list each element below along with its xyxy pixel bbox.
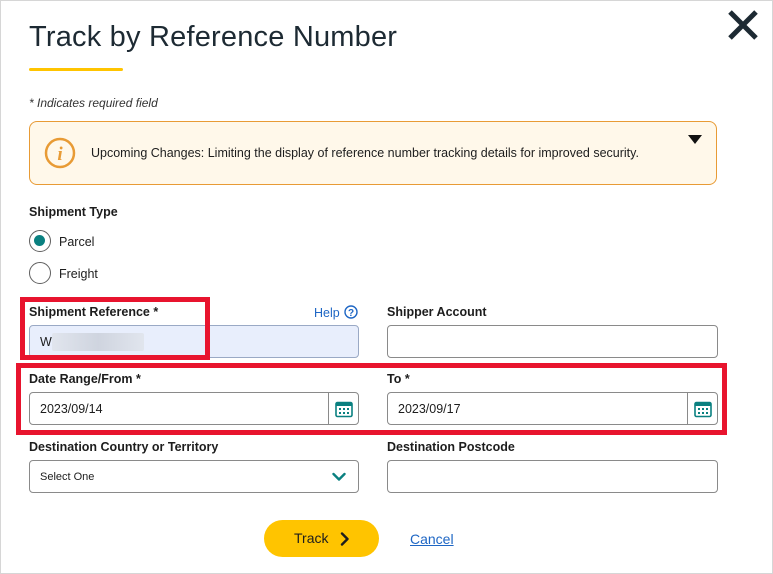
required-field-note: * Indicates required field bbox=[29, 96, 158, 110]
shipment-reference-input[interactable]: W bbox=[29, 325, 359, 358]
caret-down-icon[interactable] bbox=[688, 135, 702, 145]
destination-country-select[interactable]: Select One bbox=[29, 460, 359, 493]
svg-text:i: i bbox=[57, 144, 63, 165]
radio-freight-label[interactable]: Freight bbox=[59, 267, 98, 281]
date-from-value: 2023/09/14 bbox=[40, 402, 103, 416]
shipment-reference-label: Shipment Reference * bbox=[29, 305, 159, 319]
radio-parcel-label[interactable]: Parcel bbox=[59, 235, 94, 249]
dialog-title: Track by Reference Number bbox=[29, 21, 398, 53]
destination-country-selected: Select One bbox=[40, 471, 95, 483]
track-button[interactable]: Track bbox=[264, 520, 379, 557]
destination-country-label: Destination Country or Territory bbox=[29, 440, 219, 454]
destination-postcode-input[interactable] bbox=[387, 460, 718, 493]
redacted-text bbox=[52, 333, 144, 351]
help-link[interactable]: Help ? bbox=[314, 305, 358, 320]
info-icon: i bbox=[44, 137, 76, 169]
title-underline bbox=[29, 68, 123, 71]
date-to-value: 2023/09/17 bbox=[398, 402, 461, 416]
close-icon bbox=[728, 10, 758, 40]
calendar-icon bbox=[694, 401, 712, 418]
help-link-label[interactable]: Help bbox=[314, 306, 340, 320]
calendar-icon bbox=[335, 401, 353, 418]
cancel-link[interactable]: Cancel bbox=[410, 531, 454, 547]
date-to-label: To * bbox=[387, 372, 410, 386]
track-button-label: Track bbox=[294, 530, 329, 546]
alert-message: Upcoming Changes: Limiting the display o… bbox=[91, 146, 639, 160]
date-to-input[interactable]: 2023/09/17 bbox=[387, 392, 718, 425]
shipment-reference-value: W bbox=[40, 335, 52, 349]
shipper-account-input[interactable] bbox=[387, 325, 718, 358]
shipment-type-label: Shipment Type bbox=[29, 205, 118, 219]
radio-parcel[interactable] bbox=[29, 230, 51, 252]
date-from-label: Date Range/From * bbox=[29, 372, 141, 386]
track-by-reference-dialog: Track by Reference Number * Indicates re… bbox=[0, 0, 773, 574]
date-from-input[interactable]: 2023/09/14 bbox=[29, 392, 359, 425]
date-from-calendar-button[interactable] bbox=[328, 393, 358, 424]
chevron-right-icon bbox=[340, 532, 349, 546]
close-button[interactable] bbox=[723, 7, 763, 47]
date-to-calendar-button[interactable] bbox=[687, 393, 717, 424]
shipper-account-label: Shipper Account bbox=[387, 305, 487, 319]
destination-postcode-label: Destination Postcode bbox=[387, 440, 515, 454]
question-circle-icon[interactable]: ? bbox=[344, 305, 358, 319]
svg-text:?: ? bbox=[348, 308, 354, 319]
chevron-down-icon bbox=[332, 472, 346, 481]
upcoming-changes-alert: i Upcoming Changes: Limiting the display… bbox=[29, 121, 717, 185]
radio-freight[interactable] bbox=[29, 262, 51, 284]
